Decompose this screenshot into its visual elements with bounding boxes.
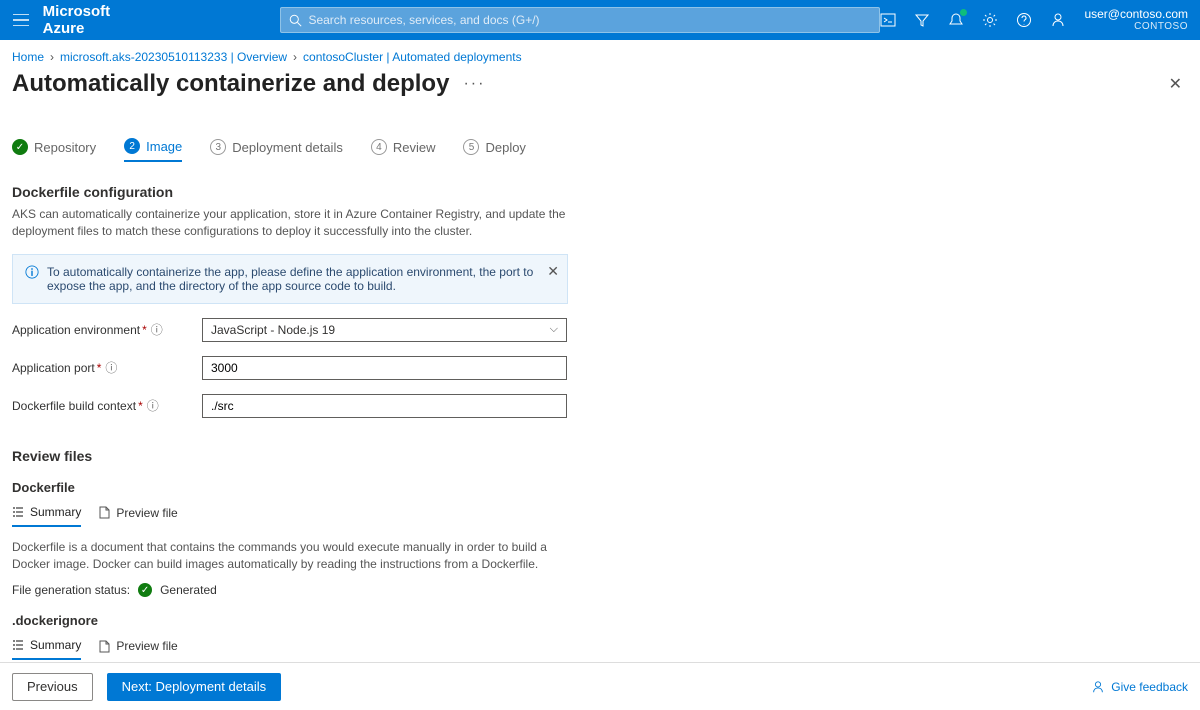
port-label: Application port*ⓘ [12, 359, 202, 376]
info-icon[interactable]: ⓘ [105, 361, 117, 375]
step-deployment-details[interactable]: 3 Deployment details [210, 138, 343, 162]
close-icon[interactable]: ✕ [1169, 74, 1182, 94]
step-label: Image [146, 139, 182, 154]
step-number: 5 [463, 139, 479, 155]
tab-preview-file[interactable]: Preview file [99, 638, 177, 660]
info-box: To automatically containerize the app, p… [12, 254, 568, 304]
notifications-icon[interactable] [948, 12, 964, 28]
list-icon [12, 506, 24, 518]
breadcrumb-item[interactable]: Home [12, 50, 44, 64]
review-heading: Review files [12, 448, 1188, 464]
content-area: Home › microsoft.aks-20230510113233 | Ov… [0, 40, 1200, 662]
page-title-row: Automatically containerize and deploy ··… [12, 70, 1188, 98]
info-icon[interactable]: ⓘ [147, 399, 159, 413]
status-label: File generation status: [12, 583, 130, 597]
page-title: Automatically containerize and deploy [12, 70, 449, 98]
previous-button[interactable]: Previous [12, 673, 93, 701]
check-icon: ✓ [138, 583, 152, 597]
user-block[interactable]: user@contoso.com CONTOSO [1084, 7, 1188, 33]
step-deploy[interactable]: 5 Deploy [463, 138, 525, 162]
step-number: 2 [124, 138, 140, 154]
step-label: Deploy [485, 140, 525, 155]
step-number: 3 [210, 139, 226, 155]
form-row-context: Dockerfile build context*ⓘ [12, 394, 1188, 418]
footer-bar: Previous Next: Deployment details Give f… [0, 662, 1200, 710]
feedback-icon[interactable] [1050, 12, 1066, 28]
info-icon[interactable]: ⓘ [151, 323, 163, 337]
search-box[interactable] [280, 7, 880, 33]
more-icon[interactable]: ··· [463, 75, 485, 93]
status-value: Generated [160, 583, 217, 597]
dockerfile-tabs: Summary Preview file [12, 505, 1188, 527]
chevron-down-icon: ⌵ [550, 323, 558, 336]
notification-badge [960, 9, 967, 16]
env-label: Application environment*ⓘ [12, 321, 202, 338]
feedback-link[interactable]: Give feedback [1091, 680, 1188, 694]
tab-summary[interactable]: Summary [12, 505, 81, 527]
chevron-right-icon: › [50, 50, 54, 64]
feedback-icon [1091, 680, 1105, 694]
breadcrumb-item[interactable]: contosoCluster | Automated deployments [303, 50, 522, 64]
port-input-wrap [202, 356, 567, 380]
dockerfile-status-row: File generation status: ✓ Generated [12, 583, 1188, 597]
step-label: Deployment details [232, 140, 343, 155]
dockerfile-heading: Dockerfile [12, 480, 1188, 495]
step-image[interactable]: 2 Image [124, 138, 182, 162]
context-input-wrap [202, 394, 567, 418]
breadcrumb: Home › microsoft.aks-20230510113233 | Ov… [12, 50, 1188, 64]
topbar-icons [880, 12, 1066, 28]
help-icon[interactable] [1016, 12, 1032, 28]
menu-icon[interactable] [12, 8, 31, 32]
tenant-label: CONTOSO [1084, 21, 1188, 33]
file-icon [99, 506, 110, 519]
brand-label: Microsoft Azure [43, 3, 131, 37]
user-email: user@contoso.com [1084, 7, 1188, 21]
search-wrap [280, 7, 880, 33]
step-review[interactable]: 4 Review [371, 138, 436, 162]
section-heading: Dockerfile configuration [12, 184, 1188, 200]
cloud-shell-icon[interactable] [880, 12, 896, 28]
form-row-env: Application environment*ⓘ JavaScript - N… [12, 318, 1188, 342]
list-icon [12, 639, 24, 651]
form-row-port: Application port*ⓘ [12, 356, 1188, 380]
next-button[interactable]: Next: Deployment details [107, 673, 282, 701]
close-icon[interactable]: ✕ [547, 263, 559, 280]
search-input[interactable] [308, 13, 871, 27]
breadcrumb-item[interactable]: microsoft.aks-20230510113233 | Overview [60, 50, 287, 64]
check-icon: ✓ [12, 139, 28, 155]
info-text: To automatically containerize the app, p… [47, 265, 555, 293]
file-icon [99, 640, 110, 653]
port-input[interactable] [211, 361, 558, 375]
step-label: Review [393, 140, 436, 155]
wizard-steps: ✓ Repository 2 Image 3 Deployment detail… [12, 138, 1188, 166]
dockerignore-tabs: Summary Preview file [12, 638, 1188, 660]
tab-preview-file[interactable]: Preview file [99, 505, 177, 527]
top-bar: Microsoft Azure user@contoso.com CONTOSO [0, 0, 1200, 40]
step-number: 4 [371, 139, 387, 155]
context-label: Dockerfile build context*ⓘ [12, 397, 202, 414]
env-value: JavaScript - Node.js 19 [211, 323, 335, 337]
search-icon [289, 14, 302, 27]
step-repository[interactable]: ✓ Repository [12, 138, 96, 162]
tab-summary[interactable]: Summary [12, 638, 81, 660]
dockerignore-heading: .dockerignore [12, 613, 1188, 628]
step-label: Repository [34, 140, 96, 155]
env-select[interactable]: JavaScript - Node.js 19 ⌵ [202, 318, 567, 342]
dockerfile-description: Dockerfile is a document that contains t… [12, 539, 572, 574]
filter-icon[interactable] [914, 12, 930, 28]
info-icon [25, 265, 39, 279]
settings-icon[interactable] [982, 12, 998, 28]
section-description: AKS can automatically containerize your … [12, 206, 572, 240]
chevron-right-icon: › [293, 50, 297, 64]
context-input[interactable] [211, 399, 558, 413]
